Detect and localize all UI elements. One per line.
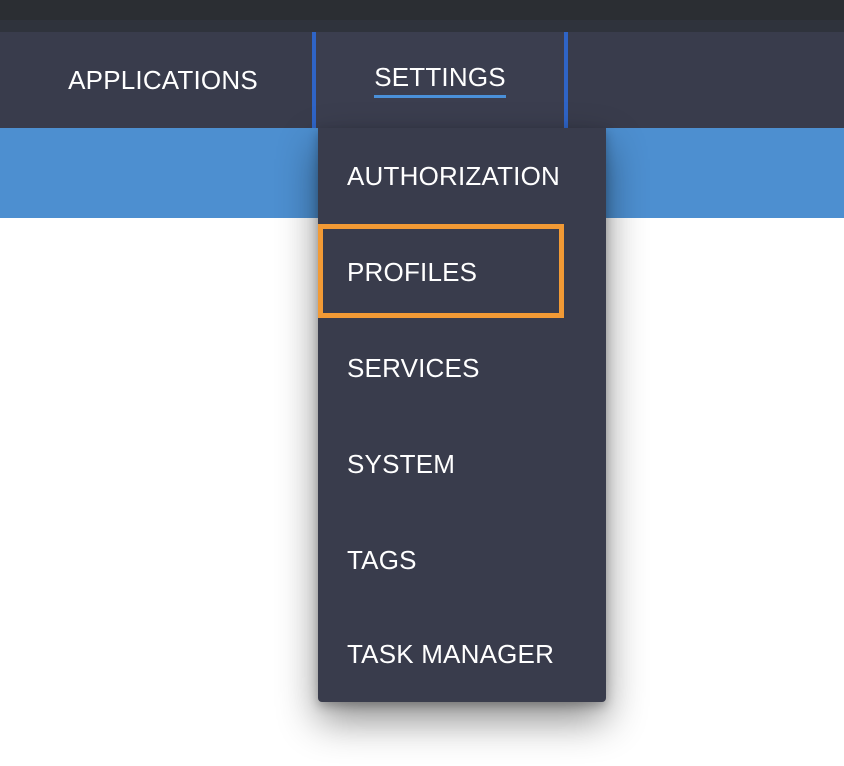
header-top-border [0, 20, 844, 32]
menu-item-label: SYSTEM [347, 448, 456, 479]
window-top-strip [0, 0, 844, 22]
nav-item-applications[interactable]: APPLICATIONS [32, 32, 294, 128]
menu-item-profiles[interactable]: PROFILES [318, 224, 606, 320]
menu-item-label: PROFILES [347, 256, 478, 287]
menu-item-task-manager[interactable]: TASK MANAGER [318, 606, 606, 702]
menu-item-label: TASK MANAGER [347, 638, 555, 669]
menu-item-system[interactable]: SYSTEM [318, 416, 606, 512]
menu-item-tags[interactable]: TAGS [318, 512, 606, 608]
menu-item-authorization[interactable]: AUTHORIZATION [318, 128, 606, 224]
nav-item-settings[interactable]: SETTINGS [312, 32, 568, 128]
menu-item-label: TAGS [347, 544, 417, 575]
menu-item-label: AUTHORIZATION [347, 160, 560, 191]
main-navbar: APPLICATIONS SETTINGS [0, 32, 844, 128]
nav-item-settings-label: SETTINGS [374, 62, 506, 98]
menu-item-label: SERVICES [347, 352, 480, 383]
settings-dropdown-menu: AUTHORIZATION PROFILES SERVICES SYSTEM T… [318, 128, 606, 702]
nav-item-applications-label: APPLICATIONS [68, 64, 258, 95]
menu-item-services[interactable]: SERVICES [318, 320, 606, 416]
